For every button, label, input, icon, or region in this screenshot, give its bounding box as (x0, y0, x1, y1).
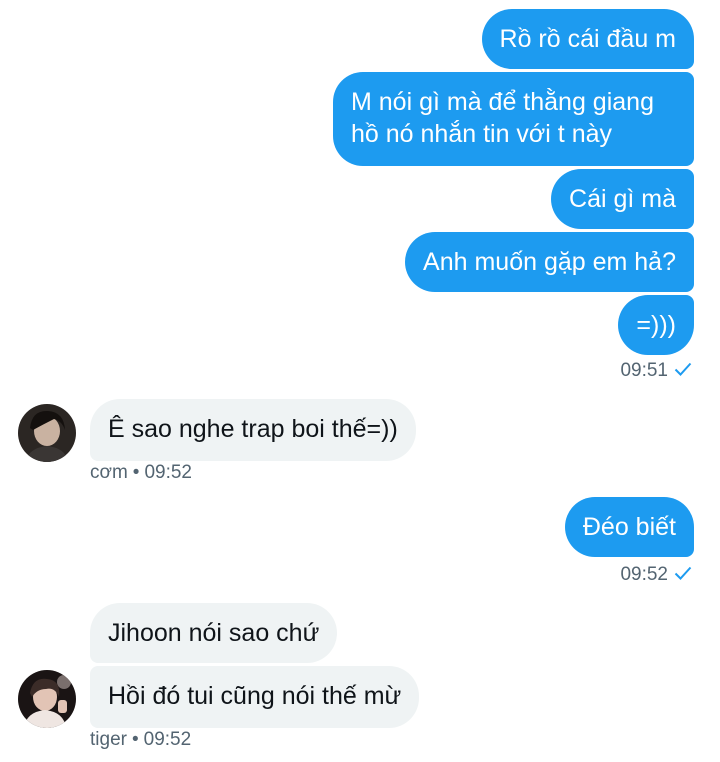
message-timestamp: 09:52 (620, 564, 692, 586)
message-text: Rồ rồ cái đầu m (499, 25, 676, 53)
message-text: =))) (636, 311, 676, 339)
avatar[interactable] (18, 670, 76, 728)
message-text: Hồi đó tui cũng nói thế mừ (108, 682, 402, 710)
separator: • (132, 462, 140, 483)
message-text-line: hồ nó nhắn tin với t này (351, 120, 613, 148)
message-bubble-incoming[interactable]: Hồi đó tui cũng nói thế mừ (90, 666, 420, 728)
message-text-line: M nói gì mà để thằng giang (351, 88, 654, 116)
separator: • (131, 729, 139, 750)
check-icon (674, 360, 692, 382)
message-timestamp: 09:51 (620, 360, 692, 382)
message-bubble-outgoing[interactable]: =))) (618, 295, 694, 355)
timestamp-text: 09:51 (620, 360, 668, 382)
message-text: Đéo biết (582, 513, 676, 541)
message-bubble-outgoing[interactable]: Rồ rồ cái đầu m (481, 9, 694, 69)
message-text: Ê sao nghe trap boi thế=)) (108, 415, 398, 443)
message-bubble-outgoing[interactable]: Anh muốn gặp em hả? (405, 232, 694, 292)
message-sender-meta: tiger • 09:52 (90, 729, 191, 751)
message-bubble-outgoing[interactable]: Cái gì mà (551, 169, 694, 229)
check-icon (674, 564, 692, 586)
timestamp-text: 09:52 (144, 462, 192, 483)
sender-name: cơm (90, 462, 128, 483)
message-bubble-incoming[interactable]: Jihoon nói sao chứ (90, 603, 338, 663)
chat-conversation: Rồ rồ cái đầu m M nói gì mà để thằng gia… (0, 0, 720, 762)
message-text: Anh muốn gặp em hả? (423, 248, 676, 276)
avatar[interactable] (18, 404, 76, 462)
timestamp-text: 09:52 (143, 729, 192, 750)
message-bubble-outgoing[interactable]: Đéo biết (564, 497, 694, 557)
message-bubble-outgoing[interactable]: M nói gì mà để thằng giang hồ nó nhắn ti… (333, 72, 694, 166)
sender-name: tiger (90, 729, 127, 750)
message-sender-meta: cơm • 09:52 (90, 462, 192, 484)
message-text: Jihoon nói sao chứ (108, 619, 320, 647)
timestamp-text: 09:52 (620, 564, 668, 586)
message-text: Cái gì mà (569, 185, 676, 213)
message-bubble-incoming[interactable]: Ê sao nghe trap boi thế=)) (90, 399, 416, 461)
